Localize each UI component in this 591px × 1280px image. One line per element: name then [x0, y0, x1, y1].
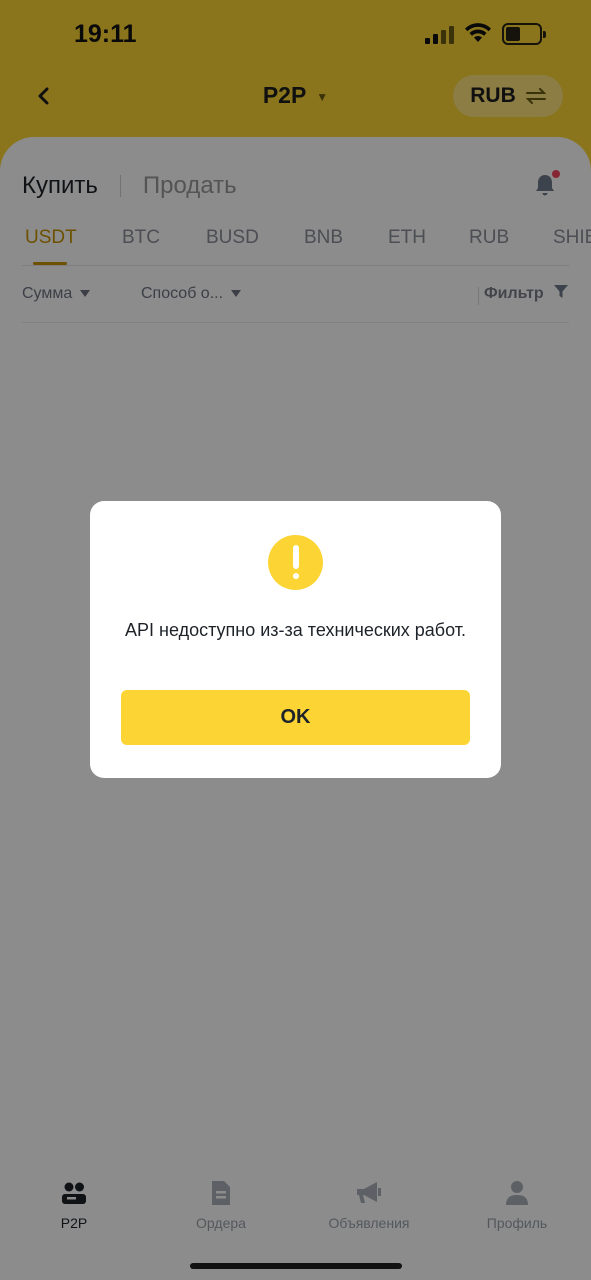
home-indicator[interactable] — [190, 1263, 402, 1269]
alert-dialog: API недоступно из-за технических работ. … — [90, 501, 501, 778]
dialog-message: API недоступно из-за технических работ. — [125, 620, 466, 640]
ok-button[interactable]: OK — [121, 690, 470, 745]
warning-icon — [268, 535, 323, 590]
